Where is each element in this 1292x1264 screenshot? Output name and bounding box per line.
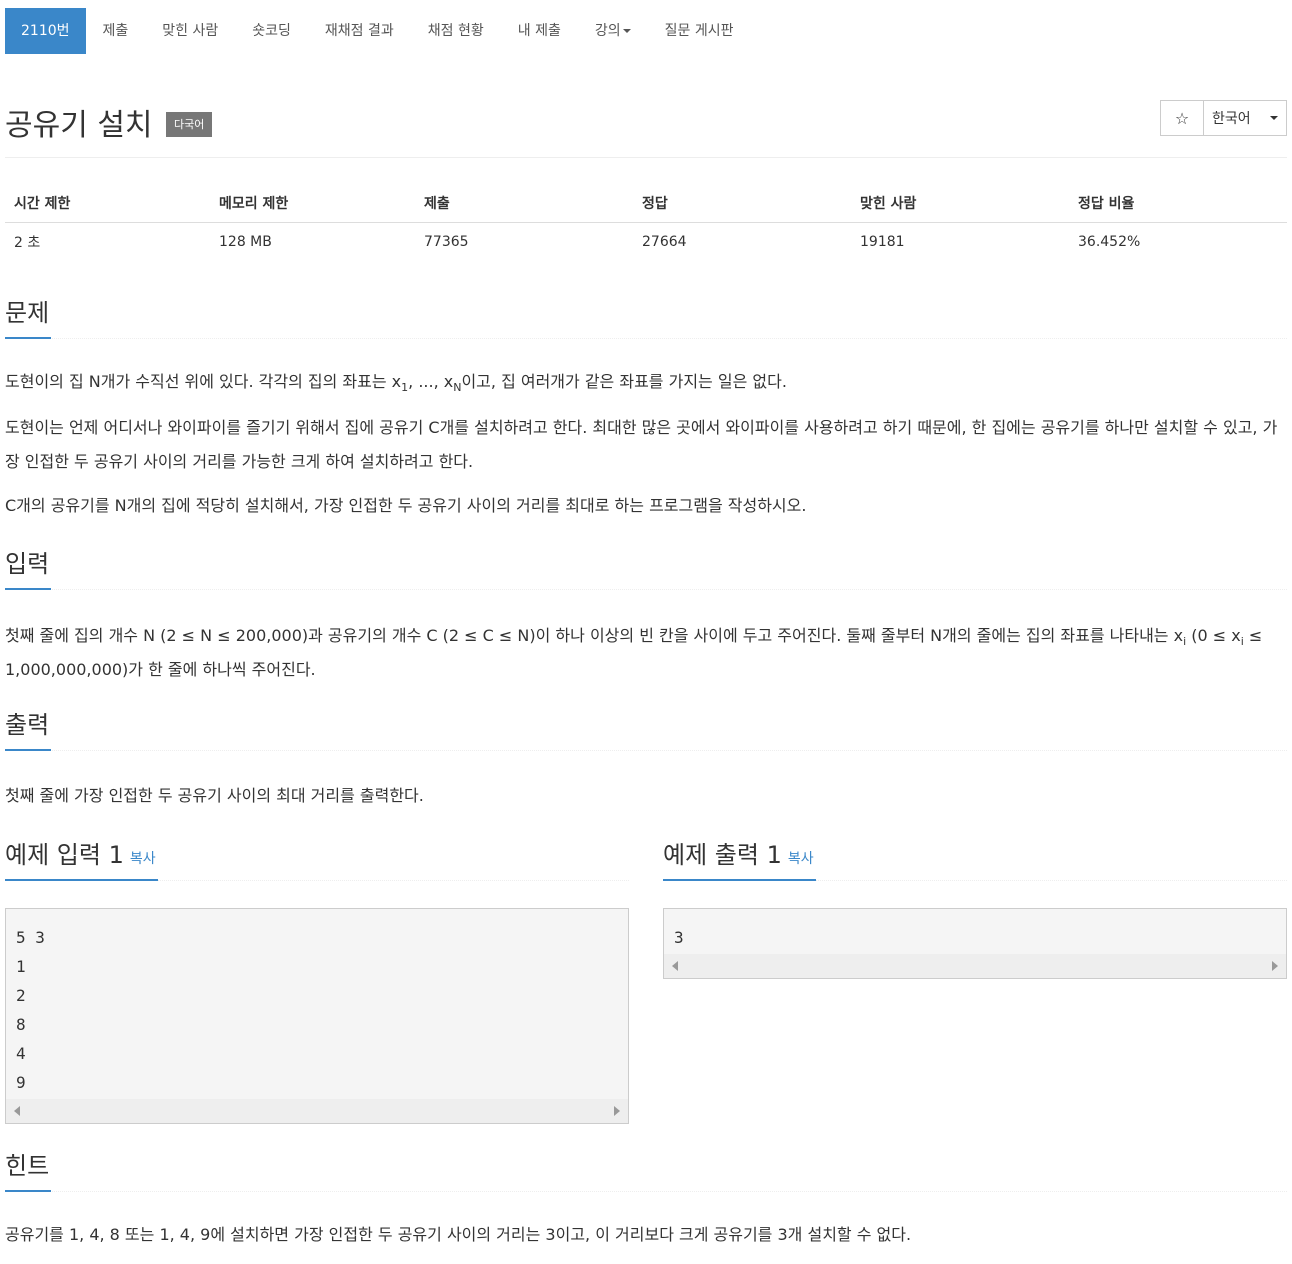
- problem-description: 도현이의 집 N개가 수직선 위에 있다. 각각의 집의 좌표는 x1, ...…: [5, 365, 1287, 523]
- language-select[interactable]: 한국어: [1203, 100, 1287, 136]
- hint-heading: 힌트: [5, 1151, 1287, 1192]
- value-ratio: 36.452%: [1078, 234, 1141, 251]
- header-accepted: 정답: [633, 185, 851, 223]
- sample-output-heading: 예제 출력 1 복사: [663, 840, 1287, 881]
- input-text: 첫째 줄에 집의 개수 N (2 ≤ N ≤ 200,000)과 공유기의 개수…: [5, 626, 1184, 645]
- sample-input-box[interactable]: 5 3 1 2 8 4 9: [5, 908, 629, 1124]
- output-heading-title: 출력: [5, 710, 52, 751]
- input-heading: 입력: [5, 549, 1287, 590]
- sample-input-text: 5 3 1 2 8 4 9: [16, 928, 45, 1092]
- sample-output-text: 3: [674, 928, 684, 947]
- chevron-down-icon: [1270, 116, 1278, 120]
- language-label: 한국어: [1212, 111, 1251, 127]
- scroll-right-icon[interactable]: [614, 1106, 620, 1116]
- header-submissions: 제출: [415, 185, 633, 223]
- value-time-limit: 2 초: [14, 235, 41, 252]
- value-solvers: 19181: [860, 234, 905, 251]
- input-description: 첫째 줄에 집의 개수 N (2 ≤ N ≤ 200,000)과 공유기의 개수…: [5, 619, 1287, 687]
- hint-heading-title: 힌트: [5, 1151, 52, 1192]
- header-solvers: 맞힌 사람: [851, 185, 1069, 223]
- value-memory-limit: 128 MB: [219, 234, 272, 251]
- input-section: 입력 첫째 줄에 집의 개수 N (2 ≤ N ≤ 200,000)과 공유기의…: [5, 549, 1287, 699]
- header-memory-limit: 메모리 제한: [210, 185, 415, 223]
- tab-my-submissions[interactable]: 내 제출: [501, 8, 578, 54]
- output-description: 첫째 줄에 가장 인접한 두 공유기 사이의 최대 거리를 출력한다.: [5, 779, 1287, 813]
- problem-info-table: 시간 제한 메모리 제한 제출 정답 맞힌 사람 정답 비율 2 초 128 M…: [5, 185, 1287, 262]
- sample-input-title-text: 예제 입력 1: [5, 841, 124, 869]
- hint-description: 공유기를 1, 4, 8 또는 1, 4, 9에 설치하면 가장 인접한 두 공…: [5, 1218, 1287, 1252]
- problem-text: 이고, 집 여러개가 같은 좌표를 가지는 일은 없다.: [461, 372, 787, 391]
- caret-down-icon: [622, 29, 631, 33]
- sample-output-title-text: 예제 출력 1: [663, 841, 782, 869]
- value-accepted: 27664: [642, 234, 687, 251]
- tab-submit[interactable]: 제출: [86, 8, 146, 54]
- problem-heading: 문제: [5, 298, 1287, 339]
- tab-status[interactable]: 채점 현황: [411, 8, 501, 54]
- page-title: 공유기 설치: [5, 108, 153, 143]
- tab-lectures-label: 강의: [594, 23, 621, 39]
- header-ratio: 정답 비율: [1069, 185, 1287, 223]
- output-paragraph: 첫째 줄에 가장 인접한 두 공유기 사이의 최대 거리를 출력한다.: [5, 786, 424, 805]
- sample-input-heading: 예제 입력 1 복사: [5, 840, 629, 881]
- sample-output-title: 예제 출력 1 복사: [663, 840, 816, 881]
- table-row: 2 초 128 MB 77365 27664 19181 36.452%: [5, 222, 1287, 262]
- sample-input-title: 예제 입력 1 복사: [5, 840, 158, 881]
- tab-lectures[interactable]: 강의: [578, 8, 648, 54]
- problem-text: , ..., x: [408, 372, 454, 391]
- hint-paragraph: 공유기를 1, 4, 8 또는 1, 4, 9에 설치하면 가장 인접한 두 공…: [5, 1225, 912, 1244]
- tab-rejudge[interactable]: 재채점 결과: [308, 8, 411, 54]
- horizontal-scrollbar[interactable]: [6, 1099, 628, 1123]
- tab-board[interactable]: 질문 게시판: [648, 8, 751, 54]
- tab-solvers[interactable]: 맞힌 사람: [145, 8, 235, 54]
- tab-short-coding[interactable]: 숏코딩: [235, 8, 308, 54]
- problem-paragraph-3: C개의 공유기를 N개의 집에 적당히 설치해서, 가장 인접한 두 공유기 사…: [5, 496, 807, 515]
- hint-section: 힌트 공유기를 1, 4, 8 또는 1, 4, 9에 설치하면 가장 인접한 …: [5, 1151, 1287, 1264]
- problem-heading-title: 문제: [5, 298, 52, 339]
- problem-paragraph-2: 도현이는 언제 어디서나 와이파이를 즐기기 위해서 집에 공유기 C개를 설치…: [5, 418, 1278, 471]
- value-submissions: 77365: [424, 234, 469, 251]
- scroll-left-icon[interactable]: [14, 1106, 20, 1116]
- sample-output-1: 예제 출력 1 복사 3: [663, 840, 1287, 979]
- star-icon: ☆: [1174, 108, 1190, 128]
- multilingual-badge: 다국어: [166, 112, 213, 137]
- copy-output-button[interactable]: 복사: [788, 851, 814, 867]
- problem-paragraph-1: 도현이의 집 N개가 수직선 위에 있다. 각각의 집의 좌표는 x1, ...…: [5, 365, 1287, 399]
- title-row: 공유기 설치 다국어 ☆ 한국어: [5, 98, 1287, 158]
- input-paragraph: 첫째 줄에 집의 개수 N (2 ≤ N ≤ 200,000)과 공유기의 개수…: [5, 619, 1287, 687]
- problem-text: 도현이의 집 N개가 수직선 위에 있다. 각각의 집의 좌표는 x: [5, 372, 402, 391]
- problem-nav: 2110번 제출 맞힌 사람 숏코딩 재채점 결과 채점 현황 내 제출 강의 …: [5, 8, 750, 54]
- title-actions: ☆ 한국어: [1160, 100, 1287, 136]
- header-time-limit: 시간 제한: [5, 185, 210, 223]
- star-button[interactable]: ☆: [1160, 100, 1204, 136]
- scroll-left-icon[interactable]: [672, 961, 678, 971]
- tab-problem[interactable]: 2110번: [5, 8, 86, 54]
- sample-output-box[interactable]: 3: [663, 908, 1287, 979]
- copy-input-button[interactable]: 복사: [130, 851, 156, 867]
- output-heading: 출력: [5, 710, 1287, 751]
- scroll-right-icon[interactable]: [1272, 961, 1278, 971]
- input-text: (0 ≤ x: [1186, 626, 1241, 645]
- problem-section: 문제 도현이의 집 N개가 수직선 위에 있다. 각각의 집의 좌표는 x1, …: [5, 298, 1287, 535]
- output-section: 출력 첫째 줄에 가장 인접한 두 공유기 사이의 최대 거리를 출력한다.: [5, 710, 1287, 825]
- input-heading-title: 입력: [5, 549, 52, 590]
- sample-input-1: 예제 입력 1 복사 5 3 1 2 8 4 9: [5, 840, 629, 1124]
- horizontal-scrollbar[interactable]: [664, 954, 1286, 978]
- table-header-row: 시간 제한 메모리 제한 제출 정답 맞힌 사람 정답 비율: [5, 185, 1287, 223]
